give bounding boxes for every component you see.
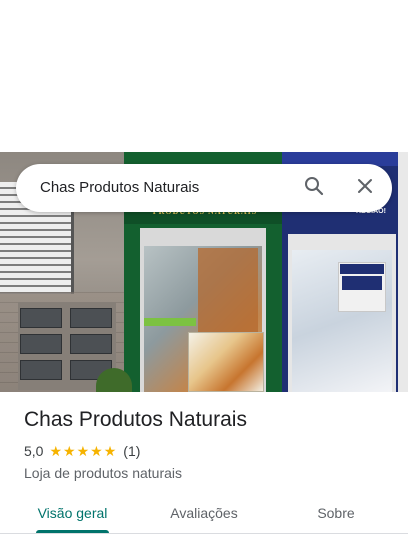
mailbox [20,360,62,380]
poster-sign [342,276,382,290]
rating-stars: ★ ★ ★ ★ ★ [49,444,117,458]
star-icon: ★ [103,443,117,459]
star-icon: ★ [49,443,63,459]
tab-overview[interactable]: Visão geral [36,505,109,521]
place-name: Chas Produtos Naturais [24,408,247,431]
poster-sign [340,264,384,274]
mailbox [20,334,62,354]
tabs-divider [0,533,408,534]
tab-reviews[interactable]: Avaliações [160,505,248,521]
review-count[interactable]: (1) [123,443,140,459]
search-button[interactable] [298,172,330,204]
search-icon [304,176,324,201]
rating-row[interactable]: 5,0 ★ ★ ★ ★ ★ (1) [24,443,140,459]
clear-search-button[interactable] [349,172,381,204]
search-query[interactable]: Chas Produtos Naturais [40,179,199,196]
counter-stripe [144,318,196,326]
star-icon: ★ [63,443,76,459]
wall-edge [398,152,408,392]
star-icon: ★ [90,443,103,459]
window-poster [188,332,264,392]
search-bar[interactable]: Chas Produtos Naturais [16,164,392,212]
mailbox [70,308,112,328]
rating-value: 5,0 [24,443,44,459]
store-shelves [198,248,258,342]
star-icon: ★ [76,443,90,459]
tab-about[interactable]: Sobre [306,505,366,521]
mailbox [70,334,112,354]
place-category: Loja de produtos naturais [24,465,182,481]
mailbox [20,308,62,328]
close-icon [357,178,373,199]
place-tabs: Visão geral Avaliações Sobre [0,496,408,544]
